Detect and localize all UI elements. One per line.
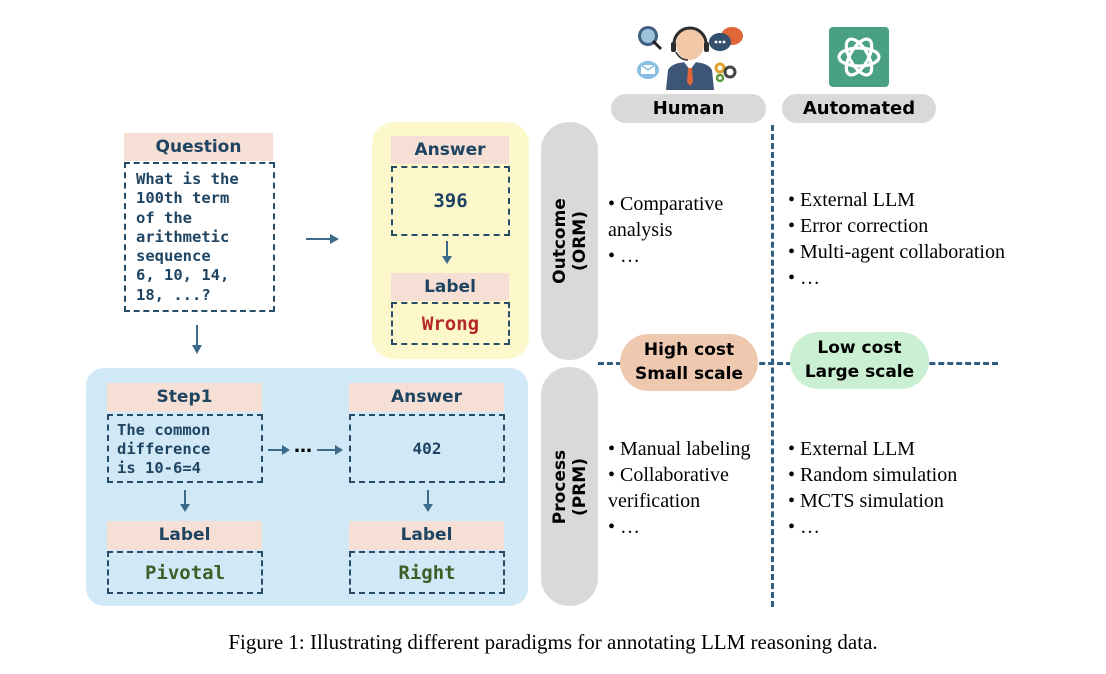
cell-item: • Random simulation [788, 464, 958, 486]
cell-item: verification [608, 490, 701, 512]
question-line: 100th term [136, 189, 230, 208]
row-label-outcome-line2: (ORM) [569, 211, 590, 271]
openai-logo-icon [829, 27, 889, 87]
outcome-answer-header: Answer [391, 136, 509, 164]
row-label-process: Process (PRM) [541, 367, 598, 606]
process-answer-header: Answer [349, 383, 504, 412]
cell-item: • Multi-agent collaboration [788, 241, 1005, 263]
row-label-outcome-line1: Outcome [549, 198, 570, 284]
cell-item: • External LLM [788, 189, 915, 211]
question-line: 6, 10, 14, [136, 266, 230, 285]
column-header-human: Human [611, 94, 766, 123]
arrow-right-head-icon [330, 234, 339, 244]
step1-line: difference [117, 440, 211, 458]
step1-label-header: Label [107, 521, 262, 550]
row-label-process-line2: (PRM) [569, 457, 590, 516]
cell-item: • … [608, 516, 641, 538]
outcome-answer-box: 396 [391, 166, 510, 236]
question-line: 18, ...? [136, 285, 211, 304]
arrow-down-head-icon [442, 256, 452, 264]
arrow-right-head-icon [282, 445, 290, 455]
arrow-down-head-icon [423, 504, 433, 512]
question-line: sequence [136, 247, 211, 266]
cell-outcome-human: • Comparative analysis • … [608, 191, 723, 269]
outcome-label-header: Label [391, 273, 509, 301]
step1-line: The common [117, 421, 211, 439]
arrow-right-icon [317, 449, 337, 451]
cost-pill-automated-line2: Large scale [804, 362, 915, 382]
cell-item: • … [788, 267, 821, 289]
cell-item: • MCTS simulation [788, 490, 944, 512]
column-header-automated-label: Automated [802, 98, 916, 119]
customer-support-agent-icon [637, 26, 743, 90]
step1-header: Step1 [107, 383, 262, 412]
question-line: of the [136, 208, 192, 227]
cell-process-human: • Manual labeling • Collaborative verifi… [608, 436, 751, 540]
process-answer-label-value: Right [398, 561, 456, 584]
cell-item: analysis [608, 219, 673, 241]
row-label-outcome: Outcome (ORM) [541, 122, 598, 360]
question-line: What is the [136, 170, 239, 188]
outcome-label-value: Wrong [421, 312, 480, 335]
column-header-human-label: Human [652, 98, 725, 119]
question-line: arithmetic [136, 227, 230, 246]
vertical-divider [771, 125, 774, 607]
process-answer-box: 402 [349, 414, 505, 483]
ellipsis-text: … [294, 436, 312, 457]
process-answer-value: 402 [412, 439, 442, 458]
process-answer-label-box: Right [349, 551, 505, 594]
arrow-down-head-icon [192, 345, 202, 354]
cell-item: • Manual labeling [608, 438, 751, 460]
cell-item: • Error correction [788, 215, 929, 237]
column-header-automated: Automated [782, 94, 936, 123]
step1-line: is 10-6=4 [117, 459, 201, 477]
arrow-right-head-icon [335, 445, 343, 455]
cost-pill-human-line2: Small scale [634, 364, 744, 384]
cell-item: • … [608, 245, 641, 267]
step1-box: The common difference is 10-6=4 [107, 414, 263, 483]
cell-process-automated: • External LLM • Random simulation • MCT… [788, 436, 957, 540]
arrow-down-icon [196, 325, 198, 347]
figure-caption: Figure 1: Illustrating different paradig… [228, 630, 878, 654]
outcome-answer-value: 396 [433, 190, 468, 212]
arrow-down-head-icon [180, 504, 190, 512]
step1-label-box: Pivotal [107, 551, 263, 594]
cell-item: • … [788, 516, 821, 538]
cost-pill-human: High cost Small scale [620, 334, 758, 391]
cell-item: • Collaborative [608, 464, 729, 486]
cell-outcome-automated: • External LLM • Error correction • Mult… [788, 187, 1005, 291]
cell-item: • External LLM [788, 438, 915, 460]
step1-label-value: Pivotal [144, 561, 226, 584]
outcome-label-box: Wrong [391, 302, 510, 345]
row-label-process-line1: Process [549, 449, 570, 524]
cost-pill-automated: Low cost Large scale [790, 332, 929, 389]
cost-pill-human-line1: High cost [643, 340, 735, 360]
cell-item: • Comparative [608, 193, 724, 215]
question-header: Question [124, 133, 273, 161]
question-box: What is the 100th term of the arithmetic… [124, 162, 275, 312]
arrow-right-icon [306, 238, 332, 240]
process-answer-label-header: Label [349, 521, 504, 550]
cost-pill-automated-line1: Low cost [817, 338, 902, 358]
